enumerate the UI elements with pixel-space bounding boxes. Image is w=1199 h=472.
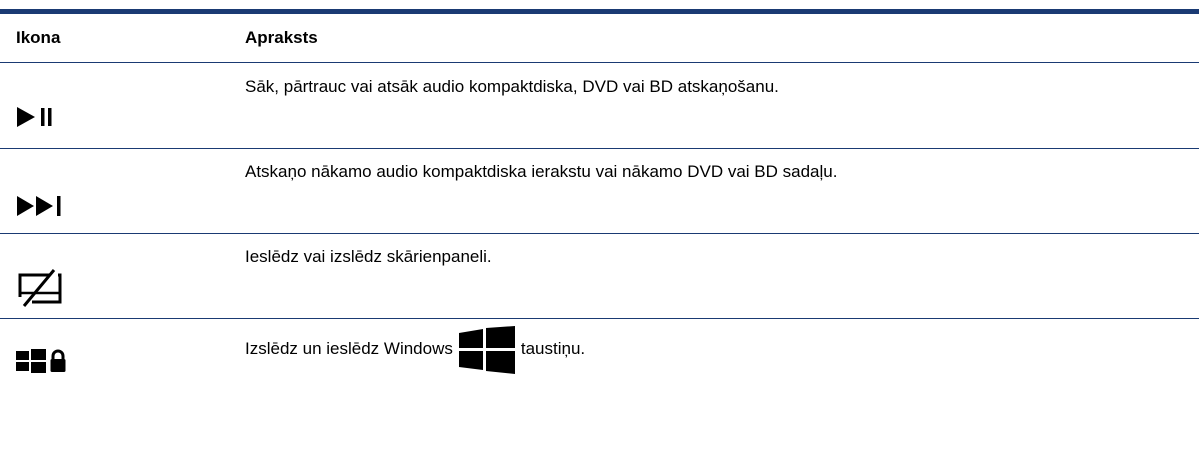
row-description: Atskaņo nākamo audio kompaktdiska ieraks… [245, 162, 838, 181]
row-description: Izslēdz un ieslēdz Windows taustiņu. [245, 325, 586, 374]
header-description-column: Apraksts [245, 28, 318, 47]
windows-lock-icon [16, 348, 80, 374]
table-row: Sāk, pārtrauc vai atsāk audio kompaktdis… [0, 64, 1199, 149]
table-header-row: Ikona Apraksts [0, 14, 1199, 63]
play-pause-icon [16, 106, 80, 128]
description-text-before: Izslēdz un ieslēdz Windows [245, 339, 453, 358]
header-icon-column: Ikona [16, 28, 61, 47]
table-row: Atskaņo nākamo audio kompaktdiska ieraks… [0, 149, 1199, 234]
next-track-icon [16, 195, 80, 217]
touchpad-toggle-icon [16, 269, 80, 307]
table-row: Ieslēdz vai izslēdz skārienpaneli. [0, 234, 1199, 319]
row-description: Ieslēdz vai izslēdz skārienpaneli. [245, 247, 492, 266]
row-description: Sāk, pārtrauc vai atsāk audio kompaktdis… [245, 77, 779, 96]
windows-logo-icon [458, 325, 515, 374]
description-text-after: taustiņu. [520, 339, 586, 358]
table-row: Izslēdz un ieslēdz Windows taustiņu. [0, 319, 1199, 471]
